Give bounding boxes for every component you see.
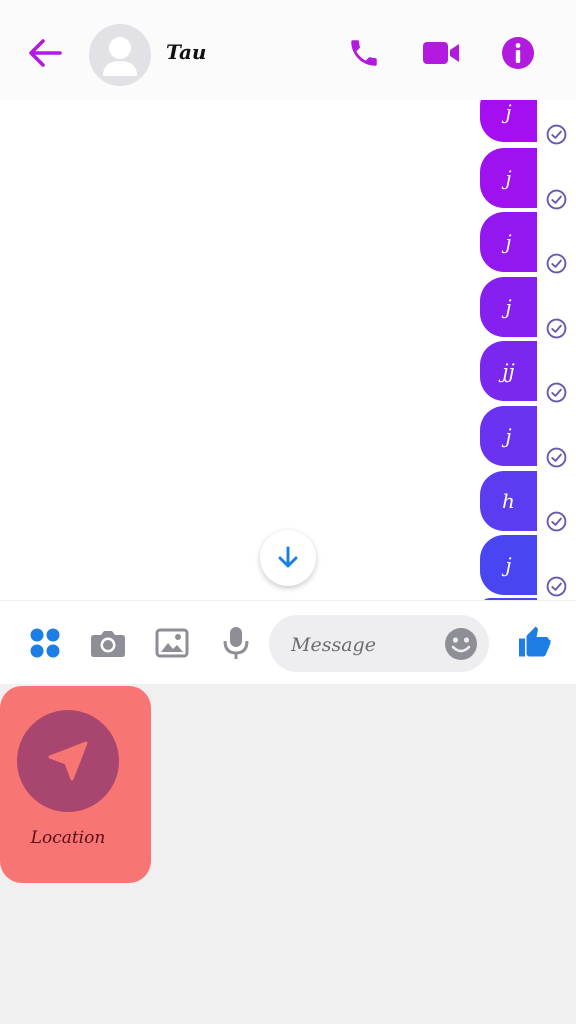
sent-check-icon [546,189,567,210]
sent-check-icon [546,447,567,468]
sent-check-icon [546,318,567,339]
apps-button[interactable] [23,621,67,665]
chat-header: Tau [0,0,576,101]
message-text: j [505,100,512,124]
message-text: j [505,553,512,577]
apps-grid-icon [30,628,60,658]
location-option[interactable]: Location [0,686,151,883]
sent-check-icon [546,511,567,532]
emoji-icon[interactable] [443,626,479,662]
location-arrow-icon [48,741,88,781]
video-call-button[interactable] [418,30,464,76]
image-icon [155,628,189,658]
message-text: j [505,424,512,448]
location-label: Location [30,828,106,848]
message-text: j [505,295,512,319]
info-icon [502,37,534,69]
message-text: j [505,230,512,254]
camera-button[interactable] [86,621,130,665]
avatar-placeholder-icon [103,37,137,76]
message-bubble[interactable]: j [480,535,537,595]
message-list[interactable]: j j j j jj j h j [0,100,576,600]
message-bubble[interactable]: h [480,471,537,531]
message-bubble[interactable]: j [480,212,537,272]
message-text: h [502,489,515,513]
microphone-icon [223,627,249,659]
phone-icon [351,40,377,66]
like-button[interactable] [512,621,556,665]
info-button[interactable] [495,30,541,76]
arrow-down-icon [278,546,298,568]
message-text: j [505,166,512,190]
sent-check-icon [546,253,567,274]
back-button[interactable] [24,32,66,74]
back-arrow-icon [29,39,62,67]
location-icon-circle [17,710,119,812]
camera-icon [91,631,125,657]
thumbs-up-icon [519,626,551,657]
message-input-container [269,615,489,674]
gallery-button[interactable] [150,621,194,665]
sent-check-icon [546,124,567,145]
message-bubble[interactable]: j [480,148,537,208]
message-bubble[interactable]: j [480,100,537,142]
scroll-to-bottom-button[interactable] [260,530,316,586]
voice-call-button[interactable] [341,30,387,76]
voice-record-button[interactable] [214,621,258,665]
video-camera-icon [423,42,459,64]
sent-check-icon [546,576,567,597]
contact-name[interactable]: Tau [166,40,206,64]
message-text: jj [502,359,515,383]
message-input[interactable] [289,615,443,674]
attachment-drawer: Location [0,684,576,1024]
message-bubble[interactable]: jj [480,341,537,401]
avatar[interactable] [89,24,151,86]
message-bubble[interactable]: j [480,277,537,337]
message-bubble[interactable]: j [480,406,537,466]
sent-check-icon [546,382,567,403]
composer-bar [0,600,576,685]
